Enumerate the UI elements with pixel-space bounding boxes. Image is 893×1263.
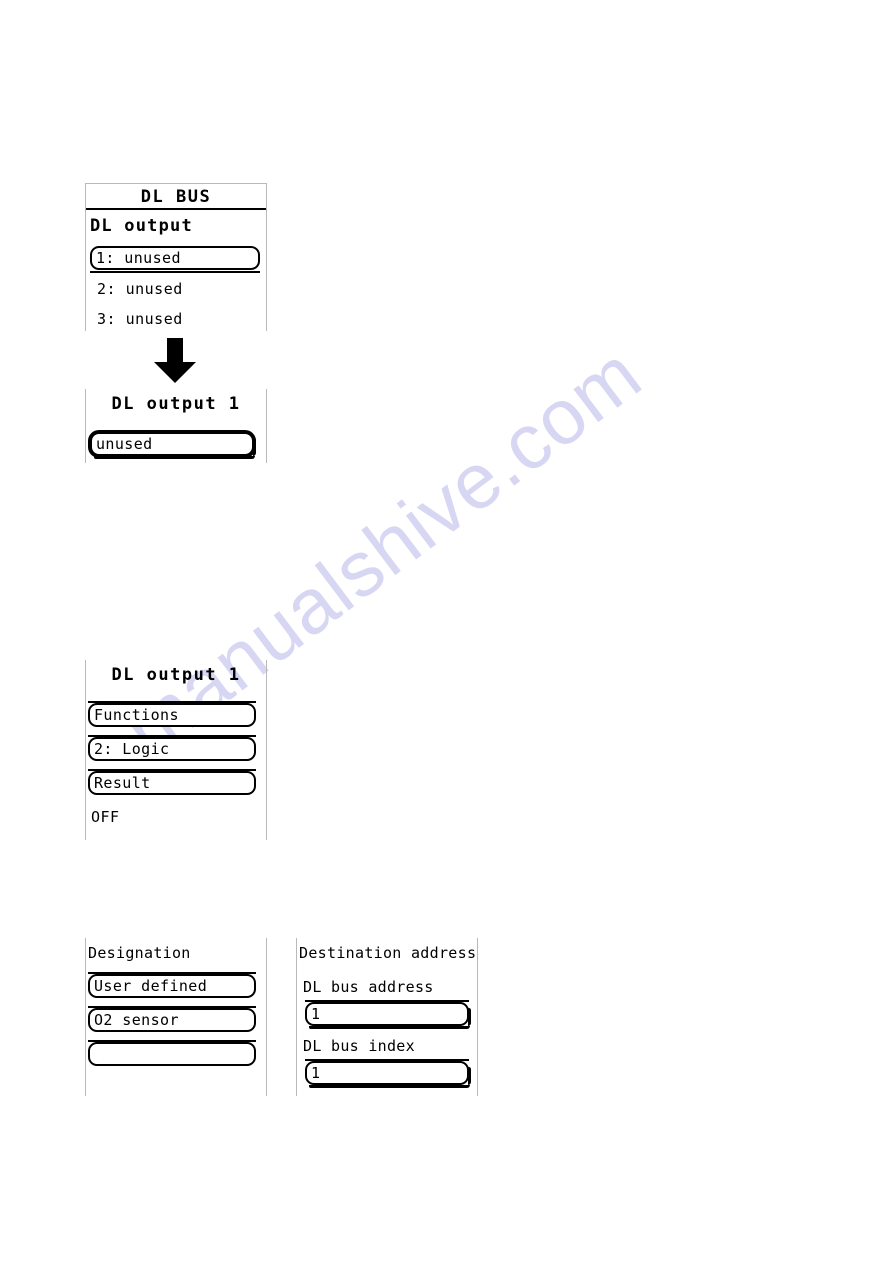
panel-destination-address-title: Destination address xyxy=(299,944,477,962)
dl-bus-row-2[interactable]: 2: unused xyxy=(97,279,183,299)
dl-bus-row-1-underline xyxy=(90,271,260,273)
detail-field-logic-label: 2: Logic xyxy=(94,740,170,758)
detail-field-result-label: Result xyxy=(94,774,151,792)
dl-bus-index-input[interactable]: 1 xyxy=(305,1061,471,1088)
dl-bus-title-divider xyxy=(86,208,266,210)
dl-bus-row-1[interactable]: 1: unused xyxy=(90,246,260,270)
designation-field-user-defined[interactable]: User defined xyxy=(88,974,256,998)
dl-bus-address-label: DL bus address xyxy=(303,978,434,996)
dl-bus-address-value: 1 xyxy=(311,1005,321,1023)
panel-designation-title: Designation xyxy=(88,944,191,962)
designation-field-user-defined-label: User defined xyxy=(94,977,208,995)
detail-field-functions[interactable]: Functions xyxy=(88,703,256,727)
dl-bus-address-input[interactable]: 1 xyxy=(305,1002,471,1029)
dl-bus-row-3-label: 3: unused xyxy=(97,310,183,328)
detail-field-functions-label: Functions xyxy=(94,706,179,724)
designation-field-sensor-name[interactable]: O2 sensor xyxy=(88,1008,256,1032)
detail-field-logic[interactable]: 2: Logic xyxy=(88,737,256,761)
designation-field-sensor-name-label: O2 sensor xyxy=(94,1011,179,1029)
dl-bus-row-1-label: 1: unused xyxy=(96,249,181,267)
dl-bus-row-2-label: 2: unused xyxy=(97,280,183,298)
designation-field-empty[interactable] xyxy=(88,1042,256,1066)
panel-dl-output-select-title: DL output 1 xyxy=(111,394,241,414)
arrow-down-icon xyxy=(154,338,196,383)
detail-status-text: OFF xyxy=(91,808,120,826)
dl-bus-index-value: 1 xyxy=(311,1064,321,1082)
dl-bus-section-label: DL output xyxy=(90,216,193,236)
panel-dl-bus-title: DL BUS xyxy=(140,187,212,207)
dl-bus-index-label: DL bus index xyxy=(303,1037,415,1055)
dl-output-value-text: unused xyxy=(96,435,153,453)
dl-bus-row-3[interactable]: 3: unused xyxy=(97,309,183,329)
panel-dl-output-detail-title: DL output 1 xyxy=(111,665,241,685)
dl-output-value-field[interactable]: unused xyxy=(88,430,256,459)
detail-field-result[interactable]: Result xyxy=(88,771,256,795)
